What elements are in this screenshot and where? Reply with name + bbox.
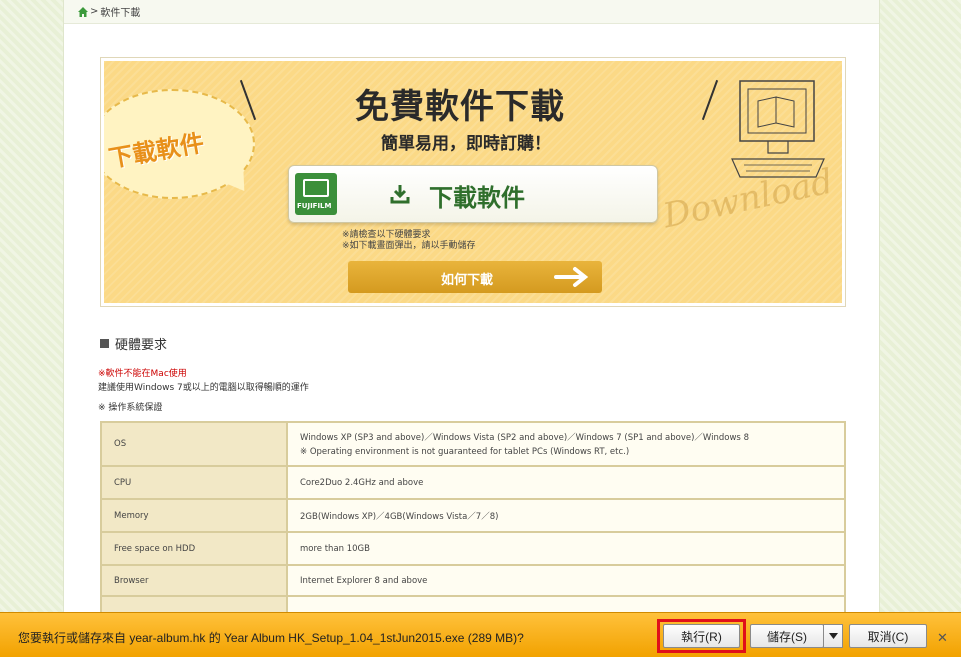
save-button[interactable]: 儲存(S) [750, 624, 824, 648]
decor-slash-right [701, 79, 719, 121]
how-to-download-label: 如何下載 [441, 273, 494, 288]
arrow-right-icon [554, 267, 589, 287]
mac-warning: ※軟件不能在Mac使用 [98, 369, 187, 379]
breadcrumb-separator: > [90, 6, 99, 17]
table-row: OS Windows XP (SP3 and above)／Windows Vi… [100, 421, 846, 467]
close-icon[interactable]: ✕ [937, 631, 948, 646]
square-bullet-icon [100, 339, 109, 348]
fujifilm-logo: FUJIFILM [295, 173, 337, 215]
spec-value-line: Windows XP (SP3 and above)／Windows Vista… [300, 433, 749, 443]
windows-recommendation: 建議使用Windows 7或以上的電腦以取得暢順的運作 [98, 383, 309, 393]
download-icon [390, 185, 410, 204]
hardware-heading-text: 硬體要求 [115, 338, 168, 353]
spec-key: Browser [100, 564, 288, 597]
os-guarantee-note: ※ 操作系統保證 [98, 403, 163, 413]
download-prompt-message: 您要執行或儲存來自 year-album.hk 的 Year Album HK_… [18, 631, 524, 645]
save-options-dropdown[interactable] [823, 624, 843, 648]
page-content: > 軟件下載 下載軟件 免費軟件下載 簡單易用，即時訂購！ FUJIFILM 下… [63, 0, 880, 612]
banner-subtitle: 簡單易用，即時訂購！ [381, 134, 551, 154]
download-notification-bar: 您要執行或儲存來自 year-album.hk 的 Year Album HK_… [0, 612, 961, 657]
spec-value: Core2Duo 2.4GHz and above [286, 465, 846, 500]
table-row: Browser Internet Explorer 8 and above [100, 564, 846, 597]
hardware-spec-table: OS Windows XP (SP3 and above)／Windows Vi… [100, 421, 846, 612]
hardware-heading: 硬體要求 [100, 334, 167, 353]
spec-key: CPU [100, 465, 288, 500]
banner-title: 免費軟件下載 [355, 87, 565, 127]
table-row [100, 595, 846, 612]
spec-value: more than 10GB [286, 531, 846, 566]
fujifilm-logo-text: FUJIFILM [297, 202, 332, 210]
home-icon[interactable] [78, 6, 88, 17]
download-button-label: 下載軟件 [429, 184, 525, 212]
download-banner: 下載軟件 免費軟件下載 簡單易用，即時訂購！ FUJIFILM 下載軟件 ※請檢… [100, 57, 846, 307]
how-to-download-button[interactable]: 如何下載 [348, 261, 602, 293]
spec-value-note: ※ Operating environment is not guarantee… [300, 447, 630, 457]
breadcrumb: > 軟件下載 [78, 4, 140, 19]
spec-value: Windows XP (SP3 and above)／Windows Vista… [286, 421, 846, 467]
breadcrumb-bar [64, 0, 879, 24]
spec-value [286, 595, 846, 612]
run-button[interactable]: 執行(R) [663, 624, 740, 648]
download-software-button[interactable]: FUJIFILM 下載軟件 [288, 165, 658, 223]
spec-key: Free space on HDD [100, 531, 288, 566]
spec-value: 2GB(Windows XP)／4GB(Windows Vista／7／8) [286, 498, 846, 533]
note-manual-save: ※如下載畫面彈出，請以手動儲存 [342, 241, 476, 251]
spec-key: OS [100, 421, 288, 467]
chevron-down-icon [828, 633, 838, 639]
breadcrumb-current: 軟件下載 [100, 8, 141, 19]
cancel-button[interactable]: 取消(C) [849, 624, 927, 648]
spec-value: Internet Explorer 8 and above [286, 564, 846, 597]
spec-key [100, 595, 288, 612]
table-row: Memory 2GB(Windows XP)／4GB(Windows Vista… [100, 498, 846, 533]
spec-key: Memory [100, 498, 288, 533]
table-row: Free space on HDD more than 10GB [100, 531, 846, 566]
table-row: CPU Core2Duo 2.4GHz and above [100, 465, 846, 500]
